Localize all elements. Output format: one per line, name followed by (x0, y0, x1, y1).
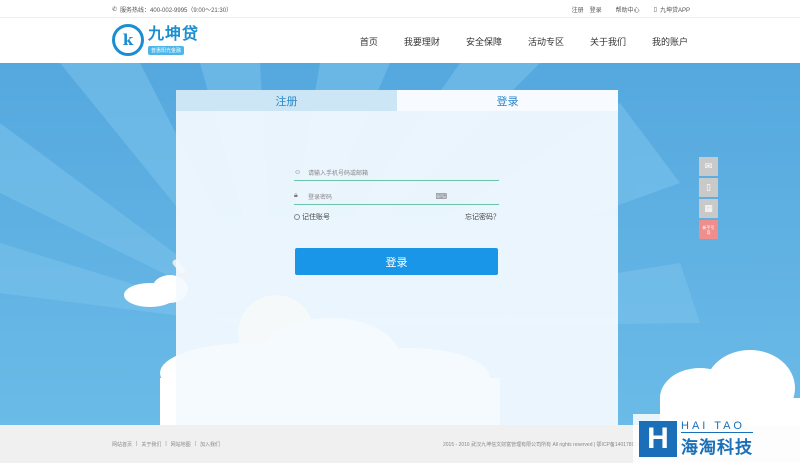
username-field[interactable]: ☺ 请输入手机号码或邮箱 (294, 164, 499, 181)
tab-register[interactable]: 注册 (176, 90, 397, 111)
nav-activities[interactable]: 活动专区 (528, 35, 564, 48)
footer-divider: | (194, 441, 196, 447)
nav-invest[interactable]: 我要理财 (404, 35, 440, 48)
watermark-logo-icon: H (639, 420, 677, 457)
watermark: H HAI TAO 海淘科技 (633, 414, 800, 463)
login-card: 注册 登录 ☺ 请输入手机号码或邮箱 🔒︎ 登录密码 ⌨ 记住账号 忘记密码？ … (176, 90, 618, 426)
main-nav: 首页 我要理财 安全保障 活动专区 关于我们 我的账户 (360, 35, 688, 48)
service-hotline: ✆ 服务热线：400-002-9995（9:00～21:30） (112, 5, 232, 14)
beginner-guide-button[interactable]: 新手引导 (699, 220, 718, 239)
footer-divider: | (165, 441, 167, 447)
nav-home[interactable]: 首页 (360, 35, 378, 48)
keyboard-icon[interactable]: ⌨ (435, 192, 447, 201)
app-link-label: 九坤贷APP (659, 8, 690, 14)
remember-account[interactable]: 记住账号 (294, 212, 330, 222)
footer-divider: | (136, 441, 138, 447)
footer-links: 网站首页 | 关于我们 | 网站地图 | 加入我们 (112, 441, 220, 448)
user-icon: ☺ (294, 168, 302, 176)
mobile-app-icon[interactable]: ▯ (699, 178, 718, 197)
watermark-en: HAI TAO (681, 420, 753, 433)
hotline-text: 服务热线：400-002-9995（9:00～21:30） (120, 8, 233, 14)
form-tabs: 注册 登录 (176, 90, 618, 111)
logo-name: 九坤贷 (148, 25, 200, 43)
logo[interactable]: k 九坤贷 普惠阳光金融 (112, 24, 199, 56)
tab-login[interactable]: 登录 (397, 90, 618, 111)
header: k 九坤贷 普惠阳光金融 首页 我要理财 安全保障 活动专区 关于我们 我的账户 (0, 17, 800, 63)
login-link[interactable]: 登录 (590, 5, 602, 14)
footer-sitemap-link[interactable]: 网站地图 (171, 441, 191, 448)
qrcode-icon[interactable]: ▦ (699, 199, 718, 218)
help-center-link[interactable]: 帮助中心 (616, 5, 640, 14)
login-button[interactable]: 登录 (295, 248, 498, 275)
remember-checkbox[interactable] (294, 214, 300, 220)
footer-join-link[interactable]: 加入我们 (200, 441, 220, 448)
copyright: 2015 - 2016 武汉九坤信文财富管理有限公司所有 All rights … (443, 442, 643, 448)
footer-about-link[interactable]: 关于我们 (141, 441, 161, 448)
phone-icon: ✆ (112, 7, 118, 13)
mobile-icon: ▯ (653, 7, 657, 13)
remember-label: 记住账号 (302, 214, 330, 221)
logo-slogan: 普惠阳光金融 (148, 45, 185, 55)
top-links: 注册 登录 帮助中心 ▯ 九坤贷APP (572, 5, 690, 14)
app-link[interactable]: ▯ 九坤贷APP (654, 5, 690, 14)
nav-account[interactable]: 我的账户 (652, 35, 688, 48)
password-input[interactable]: 登录密码 (308, 192, 435, 201)
beginner-guide-label: 新手引导 (702, 224, 715, 235)
password-field[interactable]: 🔒︎ 登录密码 ⌨ (294, 188, 499, 205)
username-input[interactable]: 请输入手机号码或邮箱 (308, 168, 499, 177)
wechat-icon[interactable]: ✉ (699, 157, 718, 176)
register-link[interactable]: 注册 (572, 5, 584, 14)
lock-icon: 🔒︎ (294, 192, 298, 199)
top-bar: ✆ 服务热线：400-002-9995（9:00～21:30） 注册 登录 帮助… (0, 0, 800, 17)
footer-home-link[interactable]: 网站首页 (112, 441, 132, 448)
nav-security[interactable]: 安全保障 (466, 35, 502, 48)
logo-mark-icon: k (112, 24, 144, 56)
watermark-cn: 海淘科技 (681, 437, 753, 457)
nav-about[interactable]: 关于我们 (590, 35, 626, 48)
forgot-password-link[interactable]: 忘记密码？ (465, 212, 500, 222)
